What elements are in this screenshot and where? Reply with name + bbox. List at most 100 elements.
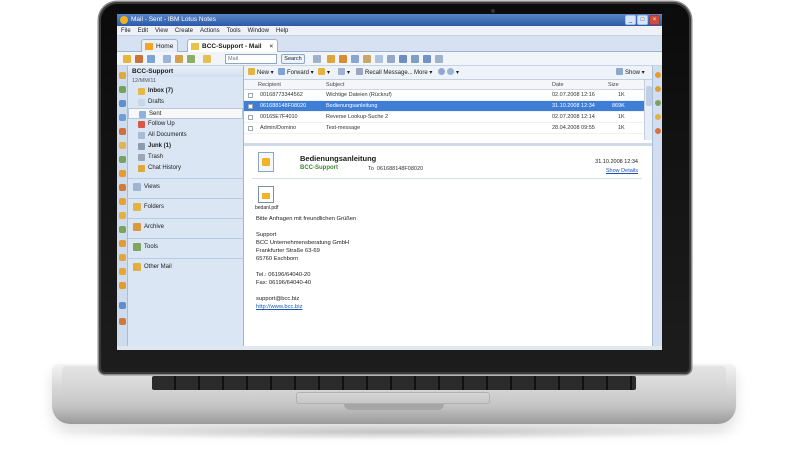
workspace-icon[interactable] (119, 142, 126, 149)
section-folders[interactable]: Folders (128, 198, 243, 214)
navigator-date: 12/MM/11 (132, 78, 157, 84)
menu-window[interactable]: Window (248, 26, 269, 35)
row-checkbox[interactable] (248, 115, 253, 120)
window-title: Mail - Sent - IBM Lotus Notes (131, 16, 216, 23)
car-icon[interactable] (399, 55, 407, 63)
refresh-icon[interactable] (313, 55, 321, 63)
preview-from[interactable]: BCC-Support (300, 165, 338, 171)
bookmark-icon[interactable] (135, 55, 143, 63)
website-link[interactable]: http://www.bcc.biz (256, 304, 302, 310)
column-subject[interactable]: Subject (326, 80, 344, 90)
files-icon[interactable] (119, 226, 126, 233)
section-archive[interactable]: Archive (128, 218, 243, 234)
tab-mail[interactable]: BCC-Support - Mail × (187, 39, 279, 52)
minimize-button[interactable]: _ (625, 15, 636, 25)
day-at-a-glance-icon[interactable] (655, 86, 661, 92)
mail-app-icon[interactable] (119, 72, 126, 79)
tab-home[interactable]: Home (141, 39, 179, 52)
print-icon[interactable] (175, 55, 183, 63)
folder-inbox[interactable]: Inbox (7) (128, 86, 243, 97)
section-other-mail[interactable]: Other Mail (128, 258, 243, 274)
search-input[interactable] (225, 54, 277, 64)
filter-icon[interactable] (387, 55, 395, 63)
menu-help[interactable]: Help (276, 26, 288, 35)
recall-button[interactable]: Recall Message... (356, 66, 413, 80)
folder-button[interactable]: ▾ (318, 66, 330, 80)
new-button[interactable]: New ▾ (248, 66, 274, 80)
section-views[interactable]: Views (128, 178, 243, 194)
pdf-attachment-icon[interactable] (258, 186, 274, 203)
folder-chat-history[interactable]: Chat History (128, 163, 243, 174)
menu-tools[interactable]: Tools (227, 26, 241, 35)
widgets-icon[interactable] (119, 212, 126, 219)
contacts-icon[interactable] (119, 100, 126, 107)
tab-close-icon[interactable]: × (269, 43, 273, 50)
column-date[interactable]: Date (552, 80, 564, 90)
row-checkbox[interactable] (248, 93, 253, 98)
show-button[interactable]: Show ▾ (616, 66, 645, 80)
search-button[interactable]: Search (281, 54, 305, 64)
zoom-button[interactable]: ▾ (438, 66, 459, 80)
maximize-button[interactable]: □ (637, 15, 648, 25)
menu-actions[interactable]: Actions (200, 26, 220, 35)
close-button[interactable]: × (649, 15, 660, 25)
people-icon[interactable] (119, 282, 126, 289)
reply-icon[interactable] (187, 55, 195, 63)
edit-icon[interactable] (147, 55, 155, 63)
link-icon[interactable] (363, 55, 371, 63)
flag-button[interactable]: ▾ (338, 66, 350, 80)
row-checkbox[interactable] (248, 104, 253, 109)
activities-sidebar-icon[interactable] (655, 114, 661, 120)
settings-icon[interactable] (119, 318, 126, 325)
save-icon[interactable] (163, 55, 171, 63)
chat-icon[interactable] (119, 268, 126, 275)
folder-icon[interactable] (203, 55, 211, 63)
row-checkbox[interactable] (248, 126, 253, 131)
feeds-sidebar-icon[interactable] (655, 100, 661, 106)
table-row[interactable]: 00165E7F4010 Reverse Lookup-Suche 2 02.0… (244, 112, 644, 123)
folder-sent[interactable]: Sent (128, 108, 243, 119)
forward-button[interactable]: Forward ▾ (278, 66, 314, 80)
menu-create[interactable]: Create (175, 26, 193, 35)
open-icon[interactable] (123, 55, 131, 63)
table-row[interactable]: 00168773344562 Wichtige Dateien (Rückruf… (244, 90, 644, 101)
flag-icon[interactable] (375, 55, 383, 63)
sent-icon (139, 111, 146, 118)
widgets-sidebar-icon[interactable] (655, 128, 661, 134)
folder-junk[interactable]: Junk (1) (128, 141, 243, 152)
sun-icon[interactable] (339, 55, 347, 63)
show-details-link[interactable]: Show Details (606, 168, 638, 174)
notebook-icon[interactable] (119, 128, 126, 135)
column-recipient[interactable]: Recipient (258, 80, 281, 90)
menu-file[interactable]: File (121, 26, 131, 35)
table-row[interactable]: Admin/Domino Test-message 28.04.2008 09:… (244, 123, 644, 134)
status-icon[interactable] (119, 240, 126, 247)
folder-trash[interactable]: Trash (128, 152, 243, 163)
folder-drafts[interactable]: Drafts (128, 97, 243, 108)
bus-icon[interactable] (411, 55, 419, 63)
feeds-icon[interactable] (119, 184, 126, 191)
list-scrollbar[interactable] (644, 80, 652, 140)
column-size[interactable]: Size (608, 80, 619, 90)
more-button[interactable]: More ▾ (414, 66, 432, 80)
table-row[interactable]: 061688148F08020 Bedienungsanleitung 31.1… (244, 101, 644, 112)
todo-icon[interactable] (119, 114, 126, 121)
folder-follow-up[interactable]: Follow Up (128, 119, 243, 130)
views-icon (133, 183, 141, 191)
globe-icon[interactable] (119, 302, 126, 309)
help-icon[interactable] (119, 254, 126, 261)
calendar-icon[interactable] (119, 86, 126, 93)
section-tools[interactable]: Tools (128, 238, 243, 254)
folder-all-documents[interactable]: All Documents (128, 130, 243, 141)
menu-view[interactable]: View (155, 26, 168, 35)
attachment-name[interactable]: bedanl.pdf (255, 205, 278, 211)
tag-icon[interactable] (351, 55, 359, 63)
star-icon[interactable] (327, 55, 335, 63)
tools-icon[interactable] (435, 55, 443, 63)
sametime-icon[interactable] (119, 170, 126, 177)
menu-edit[interactable]: Edit (138, 26, 148, 35)
replicator-icon[interactable] (119, 156, 126, 163)
train-icon[interactable] (423, 55, 431, 63)
sametime-contacts-icon[interactable] (655, 72, 661, 78)
activities-icon[interactable] (119, 198, 126, 205)
